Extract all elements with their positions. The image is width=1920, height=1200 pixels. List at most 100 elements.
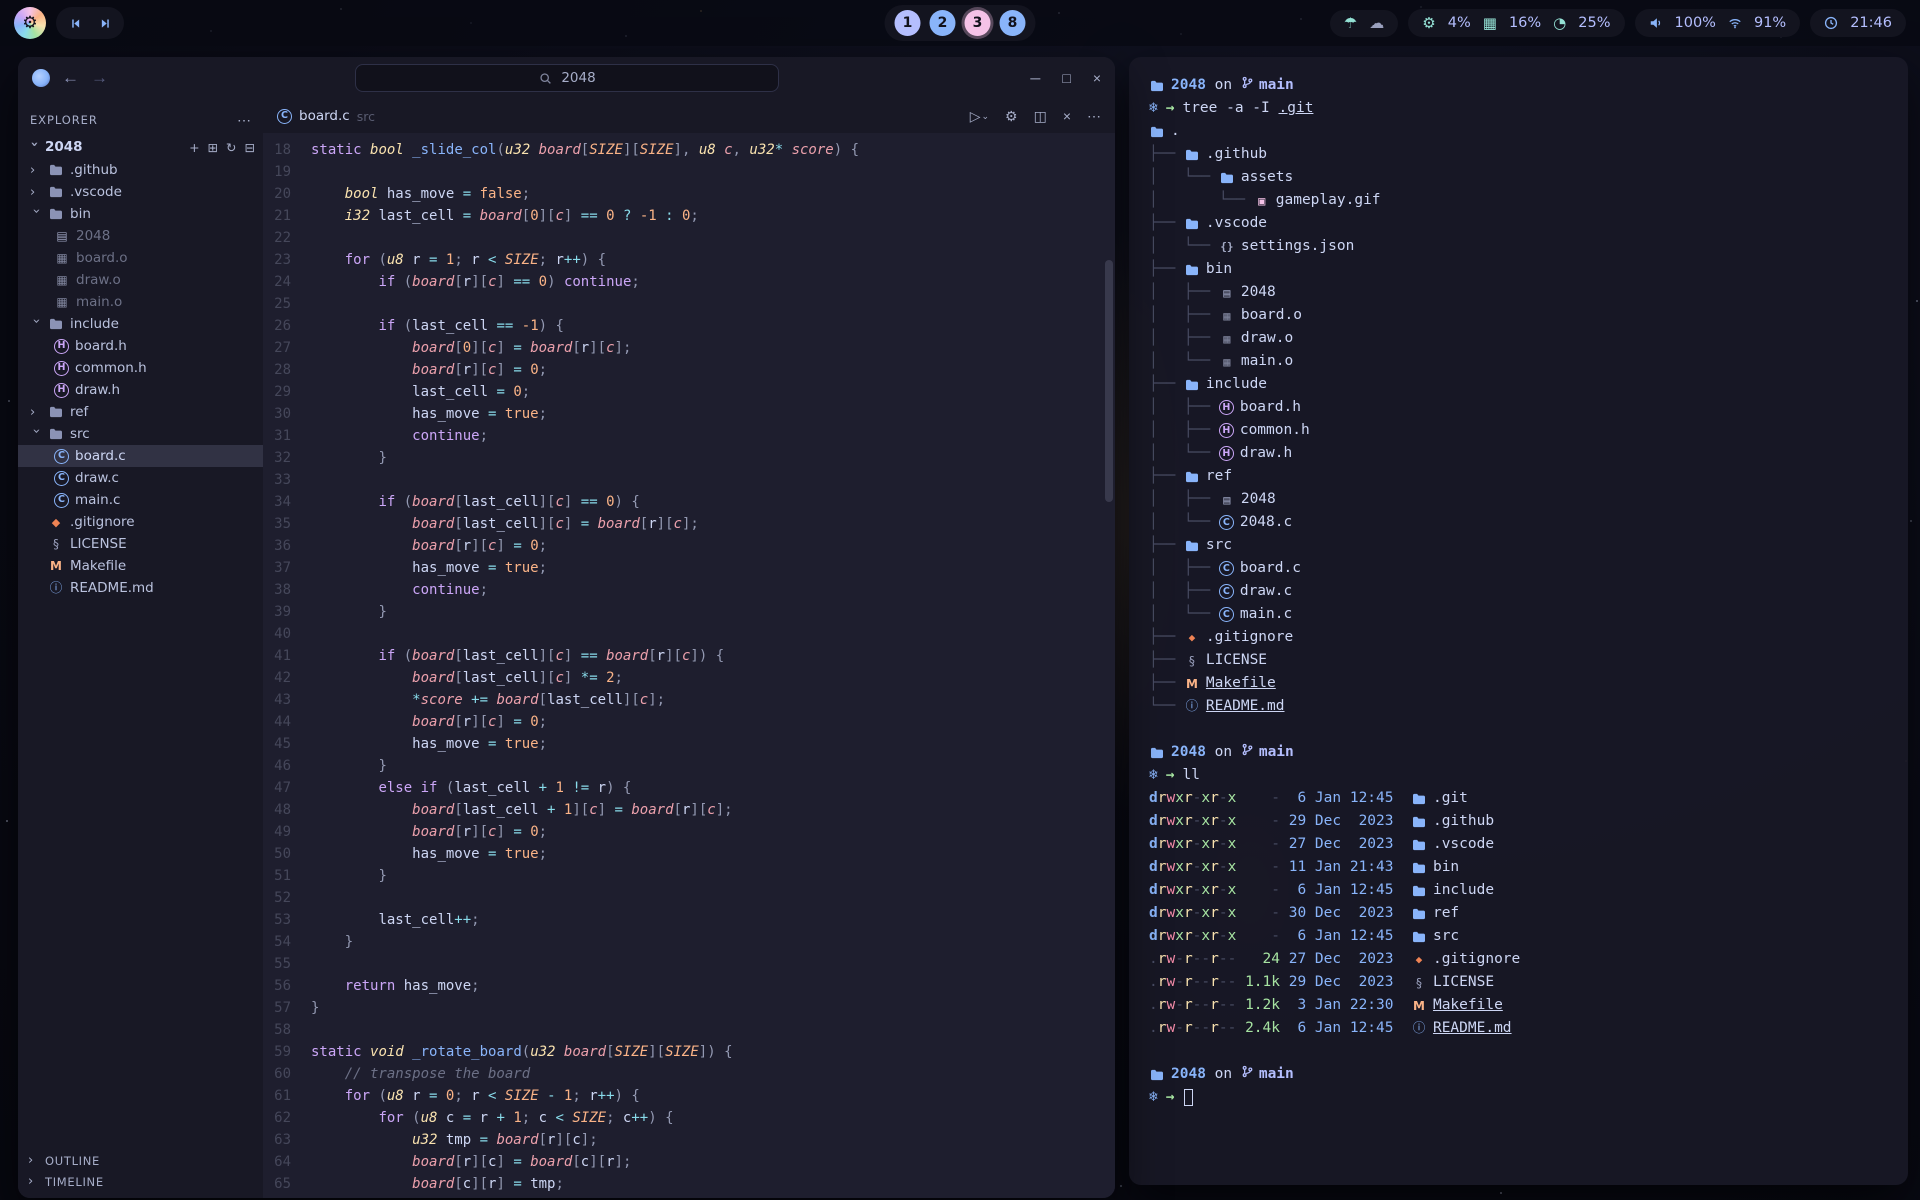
code-line-43[interactable]: 43 *score += board[last_cell][c];: [263, 689, 1115, 711]
code-line-38[interactable]: 38 continue;: [263, 579, 1115, 601]
code-line-62[interactable]: 62 for (u8 c = r + 1; c < SIZE; c++) {: [263, 1107, 1115, 1129]
explorer-item-2048[interactable]: ▤2048: [18, 225, 263, 247]
code-line-20[interactable]: 20 bool has_move = false;: [263, 183, 1115, 205]
code-line-56[interactable]: 56 return has_move;: [263, 975, 1115, 997]
more-actions-button[interactable]: ⋯: [1087, 108, 1101, 125]
code-line-52[interactable]: 52: [263, 887, 1115, 909]
code-line-60[interactable]: 60 // transpose the board: [263, 1063, 1115, 1085]
code-line-45[interactable]: 45 has_move = true;: [263, 733, 1115, 755]
explorer-item-.gitignore[interactable]: ◆.gitignore: [18, 511, 263, 533]
explorer-more-button[interactable]: ⋯: [237, 112, 251, 129]
explorer-item-Makefile[interactable]: MMakefile: [18, 555, 263, 577]
code-line-51[interactable]: 51 }: [263, 865, 1115, 887]
code-line-27[interactable]: 27 board[0][c] = board[r][c];: [263, 337, 1115, 359]
explorer-item-common.h[interactable]: Hcommon.h: [18, 357, 263, 379]
refresh-explorer-button[interactable]: ↻: [226, 140, 236, 155]
code-line-61[interactable]: 61 for (u8 r = 0; r < SIZE - 1; r++) {: [263, 1085, 1115, 1107]
explorer-item-LICENSE[interactable]: §LICENSE: [18, 533, 263, 555]
code-line-22[interactable]: 22: [263, 227, 1115, 249]
explorer-item-draw.c[interactable]: Cdraw.c: [18, 467, 263, 489]
run-button[interactable]: ▷⌄: [970, 108, 989, 125]
code-line-24[interactable]: 24 if (board[r][c] == 0) continue;: [263, 271, 1115, 293]
code-line-54[interactable]: 54 }: [263, 931, 1115, 953]
collapse-folders-button[interactable]: ⊟: [245, 140, 255, 155]
nav-back-button[interactable]: ←: [62, 68, 79, 88]
code-line-30[interactable]: 30 has_move = true;: [263, 403, 1115, 425]
explorer-item-ref[interactable]: ›ref: [18, 401, 263, 423]
explorer-item-draw.h[interactable]: Hdraw.h: [18, 379, 263, 401]
explorer-item-.vscode[interactable]: ›.vscode: [18, 181, 263, 203]
code-line-47[interactable]: 47 else if (last_cell + 1 != r) {: [263, 777, 1115, 799]
timeline-section[interactable]: › TIMELINE: [18, 1171, 263, 1192]
code-line-53[interactable]: 53 last_cell++;: [263, 909, 1115, 931]
split-editor-button[interactable]: ◫: [1034, 108, 1047, 125]
close-button[interactable]: ×: [1093, 70, 1101, 86]
new-folder-button[interactable]: ⊞: [208, 140, 218, 155]
explorer-item-main.c[interactable]: Cmain.c: [18, 489, 263, 511]
code-line-39[interactable]: 39 }: [263, 601, 1115, 623]
code-line-40[interactable]: 40: [263, 623, 1115, 645]
code-line-49[interactable]: 49 board[r][c] = 0;: [263, 821, 1115, 843]
close-editor-button[interactable]: ×: [1063, 108, 1071, 124]
outline-section[interactable]: › OUTLINE: [18, 1150, 263, 1171]
minimize-button[interactable]: ─: [1030, 70, 1040, 86]
code-line-58[interactable]: 58: [263, 1019, 1115, 1041]
maximize-button[interactable]: □: [1062, 70, 1070, 86]
media-next-button[interactable]: [92, 10, 118, 36]
scrollbar-thumb[interactable]: [1105, 260, 1113, 502]
command-search-box[interactable]: 2048: [355, 64, 779, 92]
explorer-item-bin[interactable]: ›bin: [18, 203, 263, 225]
code-line-63[interactable]: 63 u32 tmp = board[r][c];: [263, 1129, 1115, 1151]
new-file-button[interactable]: +: [189, 140, 199, 155]
code-line-57[interactable]: 57}: [263, 997, 1115, 1019]
code-line-33[interactable]: 33: [263, 469, 1115, 491]
audio-network-pill[interactable]: 100% 91%: [1635, 9, 1801, 37]
code-line-50[interactable]: 50 has_move = true;: [263, 843, 1115, 865]
clock-pill[interactable]: 21:46: [1810, 9, 1906, 37]
code-line-44[interactable]: 44 board[r][c] = 0;: [263, 711, 1115, 733]
media-prev-button[interactable]: [62, 10, 88, 36]
weather-pill[interactable]: ☂ ☁: [1330, 10, 1398, 37]
workspace-8[interactable]: 8: [1000, 10, 1026, 36]
editor-scrollbar[interactable]: [1105, 179, 1113, 1188]
code-line-35[interactable]: 35 board[last_cell][c] = board[r][c];: [263, 513, 1115, 535]
code-line-34[interactable]: 34 if (board[last_cell][c] == 0) {: [263, 491, 1115, 513]
code-editor[interactable]: 18static bool _slide_col(u32 board[SIZE]…: [263, 133, 1115, 1198]
code-line-37[interactable]: 37 has_move = true;: [263, 557, 1115, 579]
explorer-item-main.o[interactable]: ▦main.o: [18, 291, 263, 313]
code-line-23[interactable]: 23 for (u8 r = 1; r < SIZE; r++) {: [263, 249, 1115, 271]
code-line-65[interactable]: 65 board[c][r] = tmp;: [263, 1173, 1115, 1195]
explorer-item-board.h[interactable]: Hboard.h: [18, 335, 263, 357]
code-line-41[interactable]: 41 if (board[last_cell][c] == board[r][c…: [263, 645, 1115, 667]
nav-forward-button[interactable]: →: [91, 68, 108, 88]
code-line-42[interactable]: 42 board[last_cell][c] *= 2;: [263, 667, 1115, 689]
launcher-button[interactable]: ⚙: [14, 7, 46, 39]
explorer-root-folder[interactable]: › 2048 + ⊞ ↻ ⊟: [18, 135, 263, 159]
explorer-item-draw.o[interactable]: ▦draw.o: [18, 269, 263, 291]
terminal-window[interactable]: 2048 on main❄→tree -a -I .git.├── .githu…: [1129, 57, 1908, 1185]
code-line-32[interactable]: 32 }: [263, 447, 1115, 469]
code-line-36[interactable]: 36 board[r][c] = 0;: [263, 535, 1115, 557]
workspace-1[interactable]: 1: [895, 10, 921, 36]
tab-board-c[interactable]: C board.c src: [277, 108, 375, 124]
explorer-item-src[interactable]: ›src: [18, 423, 263, 445]
code-line-28[interactable]: 28 board[r][c] = 0;: [263, 359, 1115, 381]
explorer-item-include[interactable]: ›include: [18, 313, 263, 335]
code-line-55[interactable]: 55: [263, 953, 1115, 975]
code-line-64[interactable]: 64 board[r][c] = board[c][r];: [263, 1151, 1115, 1173]
code-line-21[interactable]: 21 i32 last_cell = board[0][c] == 0 ? -1…: [263, 205, 1115, 227]
code-line-26[interactable]: 26 if (last_cell == -1) {: [263, 315, 1115, 337]
system-stats-pill[interactable]: ⚙ 4% ▦ 16% ◔ 25%: [1408, 9, 1624, 37]
code-line-19[interactable]: 19: [263, 161, 1115, 183]
workspace-2[interactable]: 2: [930, 10, 956, 36]
settings-icon-button[interactable]: ⚙: [1005, 108, 1018, 125]
explorer-item-.github[interactable]: ›.github: [18, 159, 263, 181]
code-line-25[interactable]: 25: [263, 293, 1115, 315]
code-line-29[interactable]: 29 last_cell = 0;: [263, 381, 1115, 403]
workspace-3-active[interactable]: 3: [965, 10, 991, 36]
explorer-item-board.o[interactable]: ▦board.o: [18, 247, 263, 269]
code-line-48[interactable]: 48 board[last_cell + 1][c] = board[r][c]…: [263, 799, 1115, 821]
explorer-item-board.c[interactable]: Cboard.c: [18, 445, 263, 467]
code-line-46[interactable]: 46 }: [263, 755, 1115, 777]
code-line-18[interactable]: 18static bool _slide_col(u32 board[SIZE]…: [263, 139, 1115, 161]
